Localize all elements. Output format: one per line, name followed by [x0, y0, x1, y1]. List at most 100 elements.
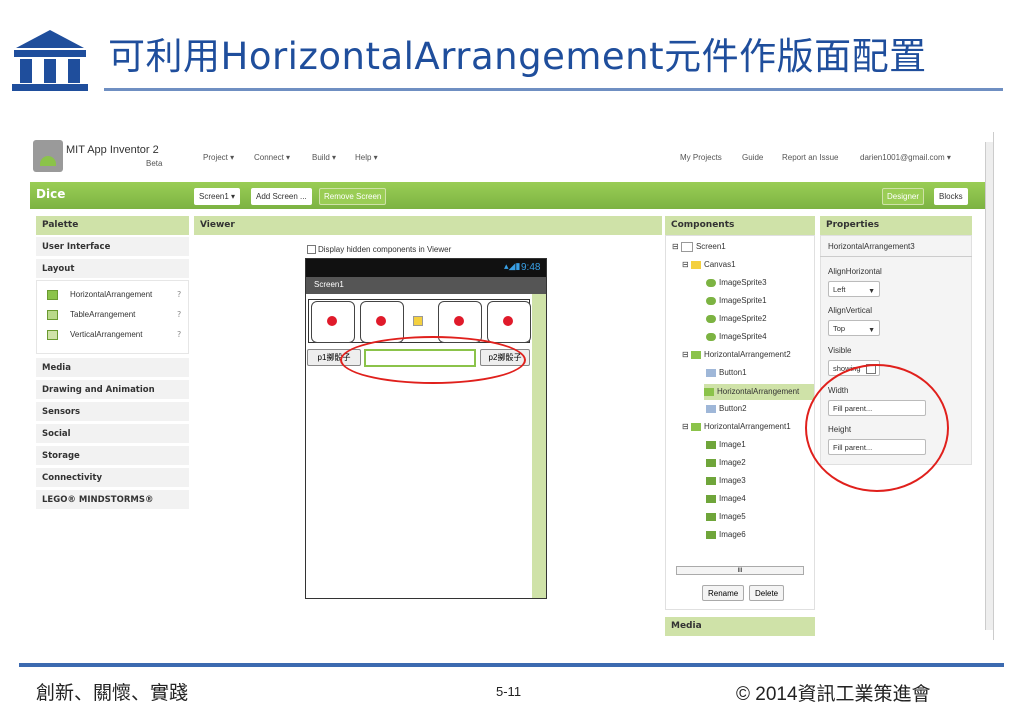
canvas-icon: [690, 260, 701, 269]
annotation-ellipse-properties: [805, 364, 949, 492]
title-underline: [104, 88, 1003, 91]
align-vertical-select[interactable]: Top ▼: [828, 320, 880, 336]
sprite-icon: [706, 314, 716, 323]
add-screen-button[interactable]: Add Screen ...: [251, 188, 312, 205]
menu-build[interactable]: Build ▾: [312, 153, 336, 162]
image-sprite[interactable]: [487, 301, 531, 343]
screen-titlebar: Screen1: [306, 277, 546, 294]
menu-help[interactable]: Help ▾: [355, 153, 378, 162]
tree-node-image2[interactable]: Image2: [706, 458, 746, 467]
sprite-icon: [706, 332, 716, 341]
display-hidden-checkbox[interactable]: Display hidden components in Viewer: [307, 245, 451, 255]
rename-button[interactable]: Rename: [702, 585, 745, 601]
category-connectivity[interactable]: Connectivity: [36, 468, 189, 488]
palette-header: Palette: [36, 216, 189, 235]
footer-motto: 創新、關懷、實踐: [36, 682, 189, 704]
canvas-image-icon: [413, 316, 423, 326]
project-toolbar: Dice Screen1 ▾ Add Screen ... Remove Scr…: [30, 182, 986, 209]
app-inventor-logo-icon: [33, 140, 63, 172]
category-layout[interactable]: Layout: [36, 259, 189, 279]
components-header: Components: [665, 216, 815, 235]
vertical-arrangement-icon: [47, 330, 58, 340]
button-icon: [706, 368, 716, 377]
palette-item-verticalarrangement[interactable]: VerticalArrangement: [47, 330, 142, 340]
help-icon[interactable]: ?: [177, 310, 181, 319]
horizontal-arrangement-icon: [690, 422, 701, 431]
tree-node-image6[interactable]: Image6: [706, 530, 746, 539]
tree-node-image4[interactable]: Image4: [706, 494, 746, 503]
category-user-interface[interactable]: User Interface: [36, 237, 189, 257]
tree-node-button1[interactable]: Button1: [706, 368, 747, 377]
components-hscrollbar[interactable]: III: [676, 566, 804, 575]
horizontal-arrangement-icon: [47, 290, 58, 300]
category-media[interactable]: Media: [36, 358, 189, 378]
red-dot: [327, 316, 337, 326]
institute-logo-icon: [12, 30, 88, 91]
tree-node-canvas1[interactable]: ⊟ Canvas1: [682, 260, 736, 269]
tree-node-horizontalarrangement1[interactable]: ⊟ HorizontalArrangement1: [682, 422, 791, 431]
image-icon: [706, 458, 716, 467]
status-bar: ▴◢▮ 9:48: [306, 259, 546, 277]
checkbox-icon: [307, 245, 316, 255]
help-icon[interactable]: ?: [177, 290, 181, 299]
remove-screen-button[interactable]: Remove Screen: [319, 188, 387, 205]
align-horizontal-select[interactable]: Left ▼: [828, 281, 880, 297]
tree-node-imagesprite2[interactable]: ImageSprite2: [706, 314, 767, 323]
tree-node-screen1[interactable]: ⊟ Screen1: [672, 242, 726, 252]
chevron-down-icon: ▼: [868, 327, 875, 334]
link-report-issue[interactable]: Report an Issue: [782, 153, 838, 162]
menu-connect[interactable]: Connect ▾: [254, 153, 290, 162]
tree-node-imagesprite4[interactable]: ImageSprite4: [706, 332, 767, 341]
tree-node-image3[interactable]: Image3: [706, 476, 746, 485]
help-icon[interactable]: ?: [177, 330, 181, 339]
tree-node-imagesprite1[interactable]: ImageSprite1: [706, 296, 767, 305]
top-menu-bar: MIT App Inventor 2 Beta Project ▾ Connec…: [30, 132, 993, 180]
align-vertical-label: AlignVertical: [828, 306, 873, 315]
user-account-menu[interactable]: darien1001@gmail.com ▾: [860, 153, 951, 162]
tree-node-horizontalarrangement2[interactable]: ⊟ HorizontalArrangement2: [682, 350, 791, 359]
image-sprite[interactable]: [311, 301, 355, 343]
menu-project[interactable]: Project ▾: [203, 153, 234, 162]
tree-node-image1[interactable]: Image1: [706, 440, 746, 449]
sprite-icon: [706, 296, 716, 305]
tree-node-button2[interactable]: Button2: [706, 404, 747, 413]
designer-button[interactable]: Designer: [882, 188, 925, 205]
palette-item-horizontalarrangement[interactable]: HorizontalArrangement: [47, 290, 152, 300]
divider: [820, 256, 972, 257]
blocks-button[interactable]: Blocks: [934, 188, 968, 205]
tree-node-image5[interactable]: Image5: [706, 512, 746, 521]
image-icon: [706, 494, 716, 503]
app-inventor-screenshot: MIT App Inventor 2 Beta Project ▾ Connec…: [30, 132, 994, 640]
category-drawing-animation[interactable]: Drawing and Animation: [36, 380, 189, 400]
phone-preview: ▴◢▮ 9:48 Screen1 p1擲骰子 p2擲骰子: [305, 258, 547, 599]
link-my-projects[interactable]: My Projects: [680, 153, 722, 162]
red-dot: [376, 316, 386, 326]
brand-beta: Beta: [146, 159, 163, 168]
sprite-icon: [706, 278, 716, 287]
properties-header: Properties: [820, 216, 972, 235]
horizontal-arrangement-icon: [690, 350, 701, 359]
status-time: 9:48: [521, 262, 541, 273]
red-dot: [503, 316, 513, 326]
category-lego-mindstorms[interactable]: LEGO® MINDSTORMS®: [36, 490, 189, 510]
category-storage[interactable]: Storage: [36, 446, 189, 466]
palette-item-tablearrangement[interactable]: TableArrangement: [47, 310, 135, 320]
visible-label: Visible: [828, 346, 852, 355]
tree-node-horizontalarrangement-selected[interactable]: HorizontalArrangement: [704, 384, 814, 400]
button-icon: [706, 404, 716, 413]
slide-title: 可利用HorizontalArrangement元件作版面配置: [108, 35, 927, 78]
brand-name: MIT App Inventor 2: [66, 144, 159, 156]
red-dot: [454, 316, 464, 326]
delete-button[interactable]: Delete: [749, 585, 785, 601]
tree-node-imagesprite3[interactable]: ImageSprite3: [706, 278, 767, 287]
category-social[interactable]: Social: [36, 424, 189, 444]
layout-items: HorizontalArrangement ? TableArrangement…: [36, 280, 189, 354]
window-scrollbar[interactable]: [985, 142, 993, 630]
page-number: 5-11: [496, 684, 522, 699]
viewer-header: Viewer: [194, 216, 662, 235]
image-sprite[interactable]: [360, 301, 404, 343]
image-icon: [706, 476, 716, 485]
category-sensors[interactable]: Sensors: [36, 402, 189, 422]
link-guide[interactable]: Guide: [742, 153, 763, 162]
screen-selector[interactable]: Screen1 ▾: [194, 188, 241, 205]
